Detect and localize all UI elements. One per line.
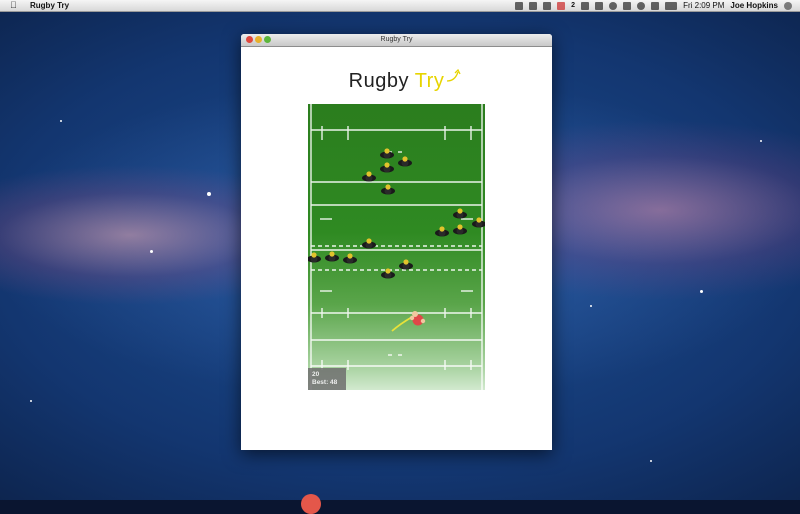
menu-bar:  Rugby Try 2 Fri 2:09 PM Joe Hopkins [0, 0, 800, 12]
battery-icon[interactable] [665, 1, 678, 10]
curved-arrow-icon [446, 69, 461, 82]
game-title: Rugby Try [241, 70, 552, 93]
defender-player [381, 184, 395, 195]
star [760, 140, 762, 142]
pitch-markings [308, 104, 485, 390]
volume-icon[interactable] [651, 1, 660, 10]
window-title: Rugby Try [380, 36, 413, 43]
user-name[interactable]: Joe Hopkins [730, 0, 778, 11]
defender-player [399, 259, 413, 270]
defender-player [343, 253, 357, 264]
clock-icon[interactable] [609, 1, 618, 10]
attacking-player[interactable] [391, 311, 426, 332]
game-title-main: Rugby [348, 70, 415, 92]
defender-player [398, 156, 412, 167]
window-titlebar[interactable]: Rugby Try [241, 34, 552, 47]
tray-icon[interactable] [581, 1, 590, 10]
mail-badge: 2 [571, 2, 576, 9]
defender-player [472, 217, 485, 228]
defender-player [362, 238, 376, 249]
star [700, 290, 703, 293]
star [30, 400, 32, 402]
tray-icon[interactable] [595, 1, 604, 10]
apple-icon[interactable]:  [10, 0, 17, 11]
defender-player [453, 208, 467, 219]
star [207, 192, 211, 196]
bluetooth-icon[interactable] [623, 1, 632, 10]
game-title-accent: Try [414, 70, 445, 92]
gmail-icon[interactable] [557, 1, 566, 10]
status-area: 2 Fri 2:09 PM Joe Hopkins [515, 0, 792, 11]
score-panel: 20 Best: 48 [308, 368, 346, 390]
wifi-icon[interactable] [637, 1, 646, 10]
tray-icon[interactable] [543, 1, 552, 10]
defenders-group [308, 148, 485, 279]
defender-player [362, 171, 376, 182]
star [150, 250, 153, 253]
defender-player [308, 252, 321, 263]
tray-icon[interactable] [515, 1, 524, 10]
star [590, 305, 592, 307]
rugby-pitch[interactable]: 20 Best: 48 [308, 104, 485, 390]
star [650, 460, 652, 462]
defender-player [380, 162, 394, 173]
defender-player [435, 226, 449, 237]
tray-icon[interactable] [529, 1, 538, 10]
defender-player [453, 224, 467, 235]
best-score: Best: 48 [312, 379, 338, 386]
search-icon[interactable] [784, 1, 792, 10]
current-score: 20 [312, 371, 320, 378]
defender-player [325, 251, 339, 262]
defender-player [380, 148, 394, 159]
menu-clock[interactable]: Fri 2:09 PM [683, 0, 724, 11]
app-window: Rugby Try Rugby Try 20 Best: 48 [241, 34, 552, 450]
star [60, 120, 62, 122]
dock-app-icon[interactable] [301, 494, 321, 514]
app-menu-name[interactable]: Rugby Try [30, 0, 69, 11]
